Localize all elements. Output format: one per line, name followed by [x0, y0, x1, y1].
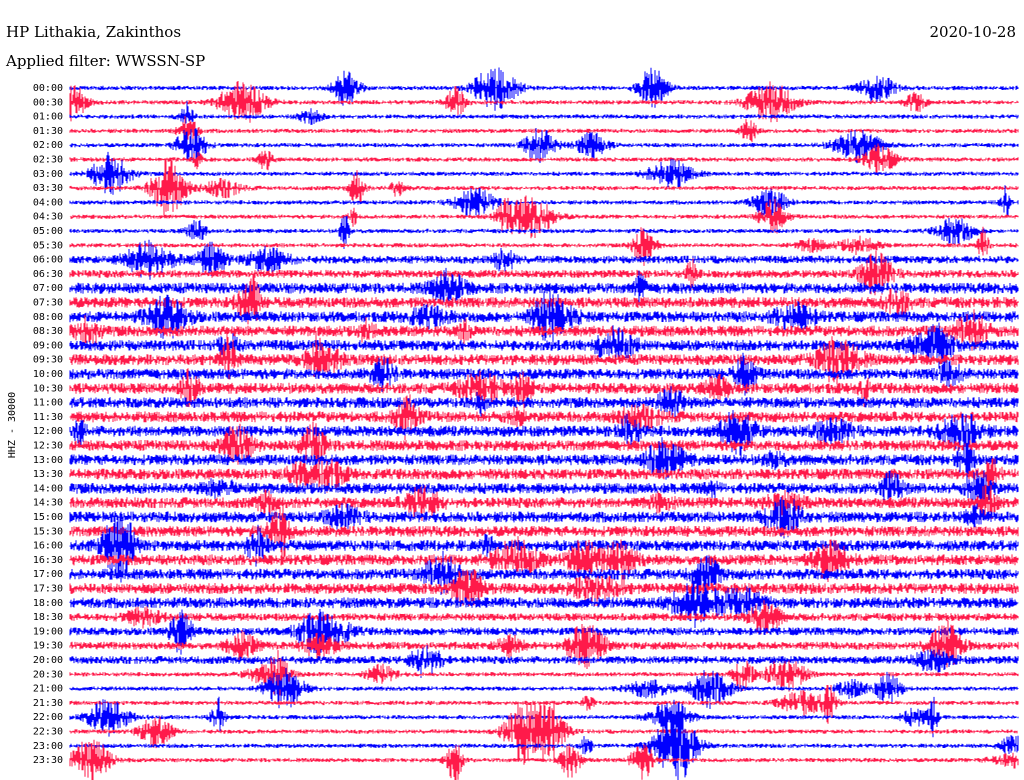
filter-subtitle: Applied filter: WWSSN-SP — [5, 52, 205, 70]
tick-label: 18:00 — [33, 598, 63, 609]
tick-label: 03:00 — [33, 169, 63, 180]
tick-label: 02:00 — [33, 140, 63, 151]
tick-label: 06:00 — [33, 255, 63, 266]
tick-label: 19:00 — [33, 626, 63, 637]
tick-label: 20:00 — [33, 655, 63, 666]
tick-label: 12:30 — [33, 441, 63, 452]
tick-label: 04:30 — [33, 212, 63, 223]
tick-label: 21:30 — [33, 698, 63, 709]
tick-label: 01:30 — [33, 126, 63, 137]
tick-label: 20:30 — [33, 669, 63, 680]
tick-label: 10:30 — [33, 383, 63, 394]
tick-label: 11:00 — [33, 398, 63, 409]
tick-label: 13:30 — [33, 469, 63, 480]
tick-label: 00:30 — [33, 97, 63, 108]
tick-label: 17:00 — [33, 569, 63, 580]
tick-label: 14:30 — [33, 498, 63, 509]
tick-label: 09:30 — [33, 355, 63, 366]
tick-label: 15:00 — [33, 512, 63, 523]
tick-label: 00:00 — [33, 83, 63, 94]
tick-label: 07:00 — [33, 283, 63, 294]
tick-label: 23:30 — [33, 755, 63, 766]
tick-label-group: 00:00 00:30 01:00 01:30 02:00 02:30 03:00 03:30… — [33, 83, 63, 766]
tick-label: 12:00 — [33, 426, 63, 437]
tick-label: 15:30 — [33, 526, 63, 537]
tick-label: 05:00 — [33, 226, 63, 237]
tick-label: 04:00 — [33, 197, 63, 208]
trace-line — [69, 600, 1019, 635]
tick-label: 22:00 — [33, 712, 63, 723]
tick-label: 19:30 — [33, 641, 63, 652]
tick-label: 18:30 — [33, 612, 63, 623]
tick-label: 03:30 — [33, 183, 63, 194]
tick-label: 16:00 — [33, 541, 63, 552]
tick-label: 02:30 — [33, 155, 63, 166]
tick-label: 06:30 — [33, 269, 63, 280]
tick-label: 16:30 — [33, 555, 63, 566]
tick-label: 07:30 — [33, 298, 63, 309]
tick-label: 22:30 — [33, 727, 63, 738]
y-axis-label: HHZ - 30000 — [7, 392, 18, 458]
tick-label: 14:00 — [33, 483, 63, 494]
tick-label: 13:00 — [33, 455, 63, 466]
station-title: HP Lithakia, Zakinthos — [6, 23, 181, 41]
trace-line — [69, 645, 1019, 678]
seismogram-chart: HP Lithakia, Zakinthos Applied filter: W… — [5, 23, 1019, 780]
trace-group — [69, 67, 1019, 780]
tick-label: 23:00 — [33, 741, 63, 752]
tick-label: 08:00 — [33, 312, 63, 323]
tick-label: 08:30 — [33, 326, 63, 337]
tick-label: 05:30 — [33, 240, 63, 251]
tick-label: 21:00 — [33, 684, 63, 695]
date-label: 2020-10-28 — [930, 23, 1016, 41]
tick-label: 01:00 — [33, 112, 63, 123]
tick-label: 11:30 — [33, 412, 63, 423]
tick-label: 09:00 — [33, 340, 63, 351]
tick-label: 17:30 — [33, 584, 63, 595]
tick-label: 10:00 — [33, 369, 63, 380]
